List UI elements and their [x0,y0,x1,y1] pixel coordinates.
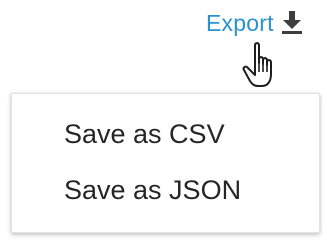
save-as-csv-menu-item[interactable]: Save as CSV [64,121,225,148]
save-as-json-menu-item[interactable]: Save as JSON [64,177,241,204]
hand-pointer-cursor-icon [242,41,282,91]
export-button[interactable]: Export [206,6,303,40]
export-label: Export [206,9,274,36]
export-menu-screen: Export Save as CSV Save as JSON [0,0,327,241]
download-icon [281,10,303,36]
export-dropdown-menu: Save as CSV Save as JSON [11,93,320,233]
